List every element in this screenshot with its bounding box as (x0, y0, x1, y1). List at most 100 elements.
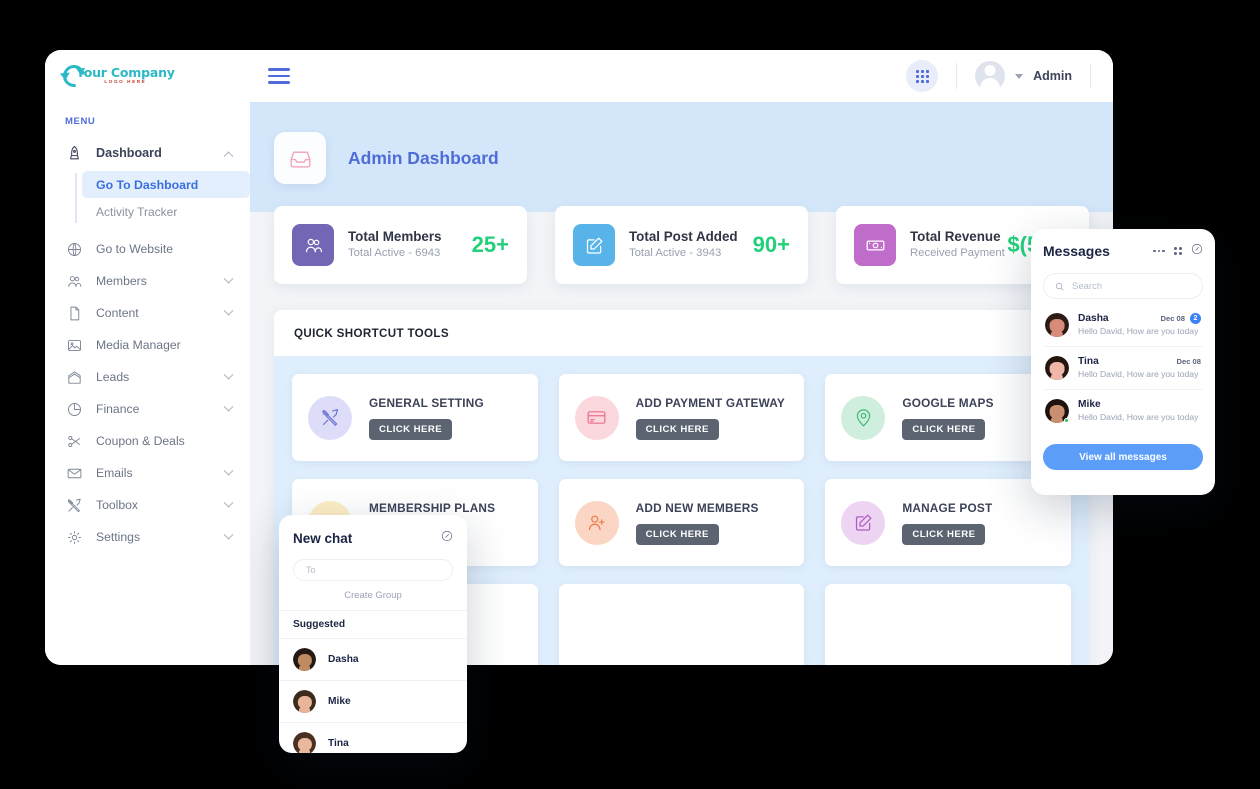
chevron-down-icon[interactable] (223, 305, 234, 316)
sidebar-item-finance[interactable]: Finance (45, 393, 250, 425)
sidebar-item-label: Dashboard (96, 146, 162, 160)
suggested-contact-tina[interactable]: Tina (279, 723, 467, 753)
sidebar-item-coupon-deals[interactable]: Coupon & Deals (45, 425, 250, 457)
grid-view-icon[interactable] (1173, 246, 1182, 256)
message-sender-name: Tina (1078, 356, 1099, 367)
stat-subtitle: Received Payment (910, 247, 1005, 260)
chevron-down-icon[interactable] (223, 529, 234, 540)
shortcut-card-add-new-members[interactable]: ADD NEW MEMBERS CLICK HERE (558, 479, 805, 566)
message-item-tina[interactable]: Tina Dec 08 Hello David, How are you today… (1043, 347, 1203, 390)
shortcut-click-here-button[interactable]: CLICK HERE (635, 523, 719, 545)
sidebar-item-settings[interactable]: Settings (45, 521, 250, 553)
chevron-up-icon[interactable] (223, 150, 234, 161)
submenu-item-label: Go To Dashboard (96, 177, 199, 192)
chevron-down-icon[interactable] (223, 273, 234, 284)
money-icon (854, 224, 896, 266)
top-bar-right: Admin (906, 50, 1113, 102)
chevron-down-icon[interactable] (223, 497, 234, 508)
admin-label[interactable]: Admin (1033, 69, 1072, 83)
stat-value: 25+ (471, 232, 509, 257)
shortcut-title: ADD PAYMENT GATEWAY (635, 395, 785, 410)
map-pin-icon (841, 395, 886, 440)
hamburger-menu-icon[interactable] (268, 68, 290, 84)
sidebar-item-toolbox[interactable]: Toolbox (45, 489, 250, 521)
avatar (293, 732, 316, 753)
shortcut-card-general-setting[interactable]: GENERAL SETTING CLICK HERE (292, 374, 538, 461)
stat-card-total-members[interactable]: Total Members Total Active - 6943 25+ (274, 206, 527, 284)
sidebar-menu-label: MENU (65, 116, 96, 127)
apps-grid-icon[interactable] (906, 60, 939, 92)
image-icon (65, 336, 84, 355)
shortcut-card-add-payment-gateway[interactable]: ADD PAYMENT GATEWAY CLICK HERE (558, 374, 805, 461)
suggested-contact-dasha[interactable]: Dasha (279, 639, 467, 681)
message-sender-name: Mike (1078, 399, 1101, 410)
logo-subtitle: LOGO HERE (104, 79, 147, 85)
gear-icon (65, 528, 84, 547)
more-options-icon[interactable] (1153, 249, 1165, 253)
submenu-item-activity-tracker[interactable]: Activity Tracker (82, 198, 250, 225)
stat-title: Total Revenue (910, 229, 1001, 245)
brand-logo[interactable]: Your Company LOGO HERE (45, 60, 250, 92)
sidebar-item-content[interactable]: Content (45, 297, 250, 329)
search-input[interactable]: Search (1043, 273, 1203, 299)
message-preview: Hello David, How are you today ? (1078, 369, 1201, 379)
sidebar-item-emails[interactable]: Emails (45, 457, 250, 489)
message-preview: Hello David, How are you today ? (1078, 412, 1201, 422)
screenshot-stage: Your Company LOGO HERE Admin MENU Dashbo… (0, 0, 1260, 789)
shortcut-card-manage-post[interactable]: MANAGE POST CLICK HERE (825, 479, 1071, 566)
submenu-item-label: Activity Tracker (96, 204, 178, 219)
recipient-placeholder: To (306, 565, 316, 575)
sidebar-item-label: Go to Website (96, 242, 173, 256)
avatar-face (293, 732, 316, 753)
rocket-icon (65, 144, 84, 163)
sidebar-item-go-to-website[interactable]: Go to Website (45, 233, 250, 265)
sidebar-item-media-manager[interactable]: Media Manager (45, 329, 250, 361)
shortcut-click-here-button[interactable]: CLICK HERE (369, 418, 453, 440)
submenu-item-go-to-dashboard[interactable]: Go To Dashboard (82, 171, 250, 198)
compose-icon[interactable] (1191, 242, 1203, 260)
shortcut-click-here-button[interactable]: CLICK HERE (902, 523, 986, 545)
shortcut-click-here-button[interactable]: CLICK HERE (902, 418, 986, 440)
message-item-mike[interactable]: Mike Hello David, How are you today ? (1043, 390, 1203, 432)
file-icon (65, 304, 84, 323)
avatar[interactable] (975, 61, 1006, 91)
sidebar-item-label: Finance (96, 402, 140, 416)
suggested-contact-mike[interactable]: Mike (279, 681, 467, 723)
compose-icon[interactable] (441, 529, 453, 547)
messages-list: Dasha Dec 08 2 Hello David, How are you tod… (1043, 304, 1203, 432)
sidebar-item-members[interactable]: Members (45, 265, 250, 297)
stat-value: 90+ (752, 232, 790, 257)
avatar (1045, 313, 1069, 337)
message-item-dasha[interactable]: Dasha Dec 08 2 Hello David, How are you tod… (1043, 304, 1203, 347)
recipient-input[interactable]: To (293, 559, 453, 581)
edit-square-icon (841, 500, 886, 545)
pie-chart-icon (65, 400, 84, 419)
avatar-face (293, 648, 316, 671)
user-plus-icon (574, 500, 619, 545)
chevron-down-icon[interactable] (1015, 73, 1024, 79)
sidebar-nav-list: Dashboard Go To Dashboard Activity Tracker… (45, 137, 250, 553)
stat-subtitle: Total Active - 6943 (348, 247, 441, 260)
credit-card-icon (574, 395, 619, 440)
message-sender-name: Dasha (1078, 313, 1109, 324)
contact-name: Dasha (328, 654, 359, 665)
chevron-down-icon[interactable] (223, 465, 234, 476)
chevron-down-icon[interactable] (223, 369, 234, 380)
avatar (1045, 356, 1069, 380)
shortcut-click-here-button[interactable]: CLICK HERE (635, 418, 719, 440)
stat-card-total-post-added[interactable]: Total Post Added Total Active - 3943 90+ (555, 206, 808, 284)
contact-name: Mike (328, 696, 351, 707)
view-all-messages-button[interactable]: View all messages (1043, 444, 1203, 470)
top-bar: Your Company LOGO HERE Admin (45, 50, 1113, 102)
create-group-button[interactable]: Create Group (279, 581, 467, 611)
sidebar-item-label: Content (96, 306, 139, 320)
avatar (1045, 399, 1069, 423)
sidebar-item-label: Leads (96, 370, 130, 384)
chevron-down-icon[interactable] (223, 401, 234, 412)
new-chat-panel: New chat To Create Group Suggested Dasha… (279, 515, 467, 753)
sidebar-item-leads[interactable]: Leads (45, 361, 250, 393)
shortcut-title: GOOGLE MAPS (902, 395, 994, 410)
sidebar-item-label: Coupon & Deals (96, 434, 185, 448)
avatar (293, 690, 316, 713)
sidebar-item-dashboard[interactable]: Dashboard (45, 137, 250, 169)
